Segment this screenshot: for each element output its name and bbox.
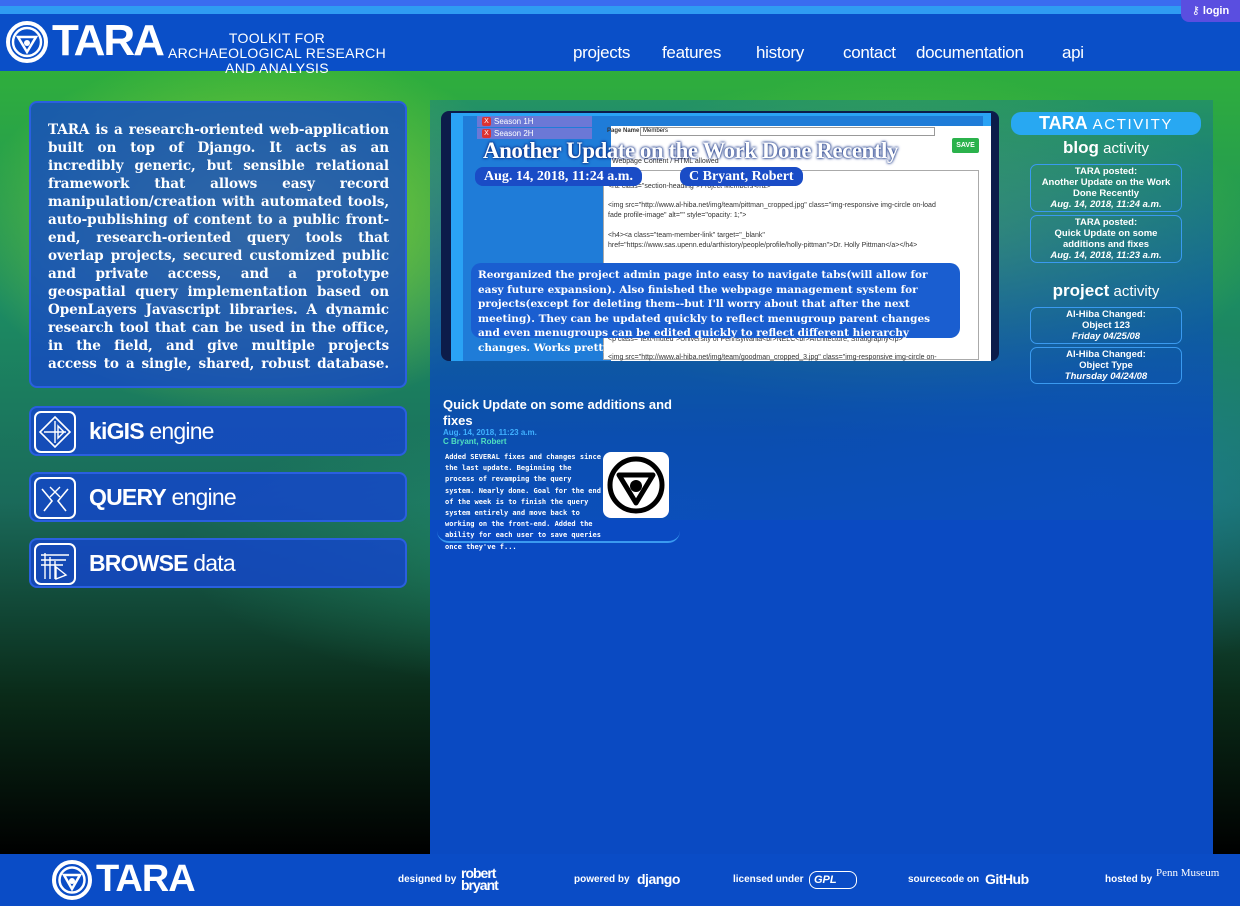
- intro-panel: TARA is a research-oriented web-applicat…: [29, 101, 407, 388]
- tara-logo-icon: [52, 860, 92, 900]
- code-line: <img src="http://www.al-hiba.net/img/tea…: [608, 202, 936, 209]
- penn-museum-link[interactable]: Penn Museum: [1156, 868, 1236, 879]
- query-engine-button[interactable]: QUERY engine: [29, 472, 407, 522]
- remove-icon: X: [482, 117, 491, 126]
- hosted-by: hosted by: [1105, 874, 1153, 885]
- logo-wordmark: TARA: [52, 16, 165, 65]
- tara-logo-icon: [607, 456, 665, 514]
- code-line: <h4><a class="team-member-link" target="…: [608, 232, 765, 239]
- project-activity-item[interactable]: Al-Hiba Changed: Object Type Thursday 04…: [1030, 347, 1182, 384]
- nav-history[interactable]: history: [756, 43, 804, 63]
- github-link[interactable]: GitHub: [985, 871, 1029, 887]
- featured-post-title[interactable]: Another Update on the Work Done Recently: [483, 138, 898, 164]
- footer-logo-wordmark: TARA: [96, 858, 196, 900]
- sourcecode-on: sourcecode on: [908, 874, 980, 885]
- browse-icon: [34, 543, 76, 585]
- code-line: fade profile-image" alt="" style="opacit…: [608, 212, 747, 219]
- content-panel-background-lower: [430, 520, 1213, 854]
- gpl-link[interactable]: GPL: [809, 871, 857, 889]
- nav-features[interactable]: features: [662, 43, 721, 63]
- site-tagline: TOOLKIT FOR ARCHAEOLOGICAL RESEARCH AND …: [168, 30, 386, 76]
- featured-post-author: C Bryant, Robert: [680, 167, 803, 186]
- tara-logo-icon: [6, 21, 48, 63]
- featured-post-summary: Reorganized the project admin page into …: [471, 263, 960, 354]
- nav-projects[interactable]: projects: [573, 43, 630, 63]
- featured-post-date: Aug. 14, 2018, 11:24 a.m.: [475, 167, 642, 186]
- query-icon: [34, 477, 76, 519]
- screenshot-page-name-field: Members: [640, 127, 935, 136]
- login-button[interactable]: ⚷ login: [1181, 0, 1240, 22]
- screenshot-save-button: SAVE: [952, 138, 979, 153]
- django-link[interactable]: django: [637, 871, 680, 887]
- login-label: login: [1202, 5, 1230, 17]
- footer: TARA designed by robert bryant powered b…: [0, 854, 1240, 906]
- kigis-label: kiGIS engine: [89, 418, 214, 444]
- post-author: C Bryant, Robert: [443, 437, 507, 446]
- query-label: QUERY engine: [89, 484, 237, 510]
- kigis-engine-button[interactable]: kiGIS engine: [29, 406, 407, 456]
- post-title[interactable]: Quick Update on some additions and fixes: [443, 397, 683, 429]
- intro-text: TARA is a research-oriented web-applicat…: [48, 122, 389, 372]
- designed-by: designed by: [398, 874, 457, 885]
- season-tab-1h: X Season 1H: [477, 116, 592, 127]
- post-thumbnail: [603, 452, 669, 518]
- nav-api[interactable]: api: [1062, 43, 1084, 63]
- tara-activity-header: TARA ACTIVITY: [1011, 112, 1201, 135]
- kigis-icon: [34, 411, 76, 453]
- nav-contact[interactable]: contact: [843, 43, 896, 63]
- browse-data-button[interactable]: BROWSE data: [29, 538, 407, 588]
- blog-activity-item[interactable]: TARA posted: Another Update on the Work …: [1030, 164, 1182, 212]
- screenshot-page-name-label: Page Name: [607, 128, 640, 134]
- nav-documentation[interactable]: documentation: [916, 43, 1024, 63]
- powered-by: powered by: [574, 874, 630, 885]
- top-stripe-accent: [0, 6, 1240, 14]
- project-activity-item[interactable]: Al-Hiba Changed: Object 123 Friday 04/25…: [1030, 307, 1182, 344]
- designer-link[interactable]: robert bryant: [461, 866, 517, 892]
- remove-icon: X: [482, 129, 491, 138]
- blog-post-card[interactable]: Quick Update on some additions and fixes…: [437, 395, 683, 551]
- key-icon: ⚷: [1191, 5, 1200, 17]
- browse-label: BROWSE data: [89, 550, 236, 576]
- post-excerpt: Added SEVERAL fixes and changes since th…: [445, 453, 601, 551]
- project-activity-heading: project activity: [1052, 281, 1160, 300]
- code-line: href="https://www.sas.upenn.edu/arthisto…: [608, 242, 918, 249]
- licensed-under: licensed under: [733, 874, 804, 885]
- blog-activity-heading: blog activity: [1063, 138, 1149, 157]
- post-date: Aug. 14, 2018, 11:23 a.m.: [443, 428, 537, 437]
- blog-activity-item[interactable]: TARA posted: Quick Update on some additi…: [1030, 215, 1182, 263]
- code-line: <img src="http://www.al-hiba.net/img/tea…: [608, 354, 937, 361]
